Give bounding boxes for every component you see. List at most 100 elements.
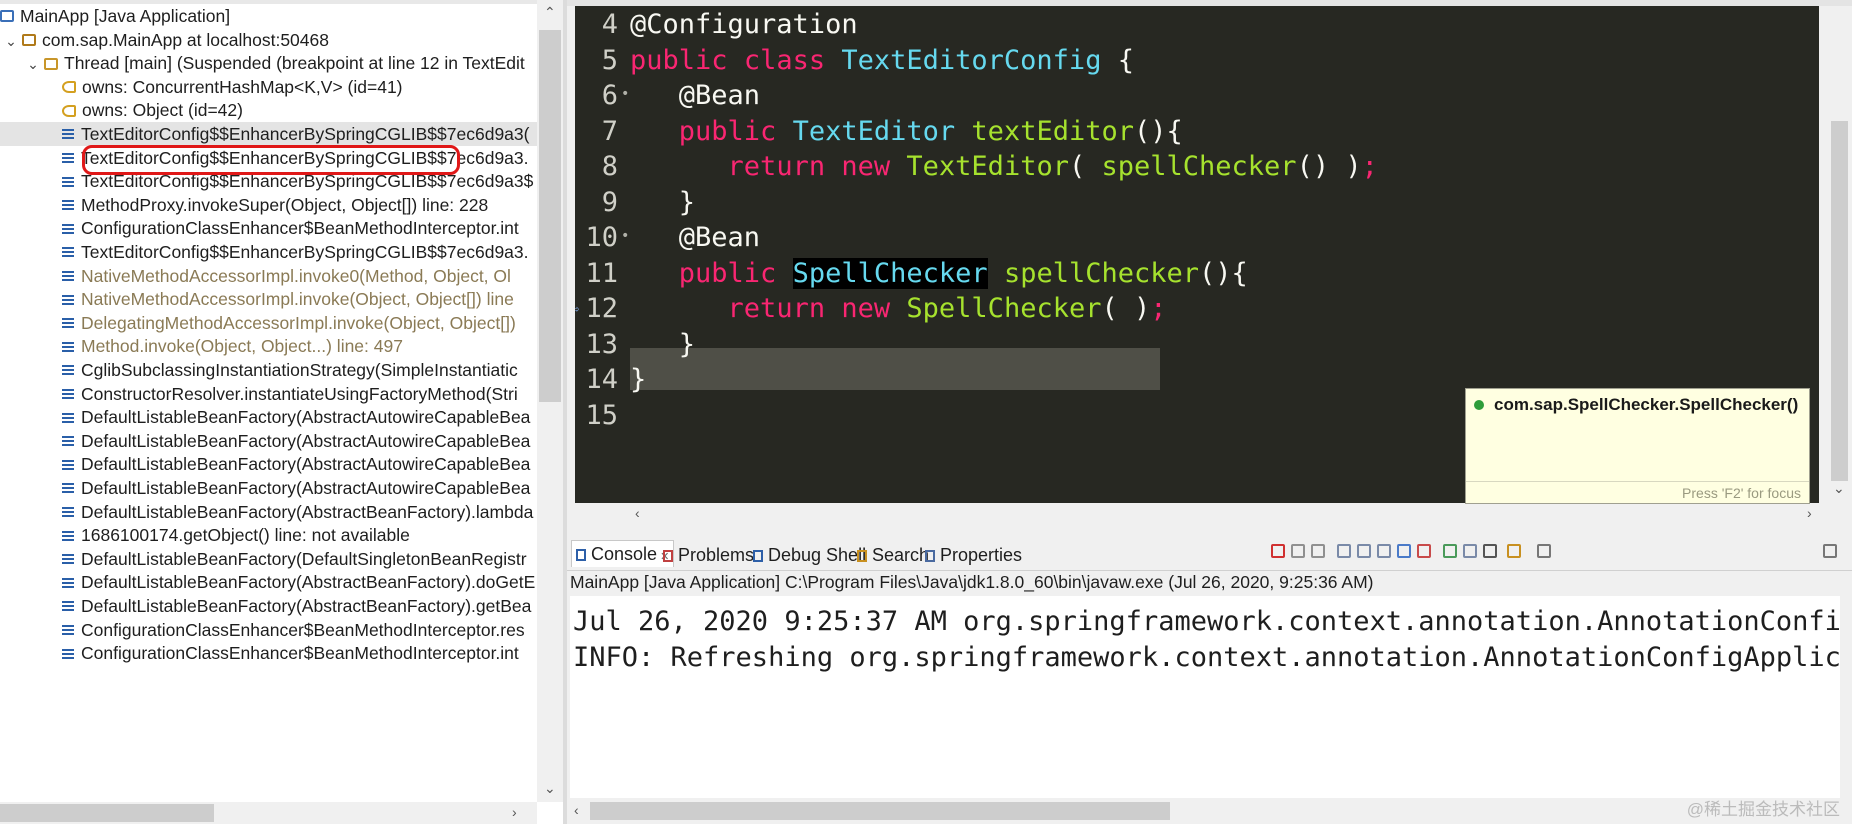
stack-tree-row[interactable]: MainApp [Java Application] [0, 4, 537, 28]
stack-frame-icon [62, 152, 74, 163]
fold-marker-icon[interactable]: • [621, 215, 629, 257]
tab-console[interactable]: Console ✕ [571, 540, 675, 567]
stack-tree-row[interactable]: Method.invoke(Object, Object...) line: 4… [0, 334, 537, 358]
clear-console-icon[interactable] [1337, 544, 1351, 558]
scroll-up-icon[interactable]: ⌃ [544, 4, 556, 21]
editor-vertical-scrollbar[interactable]: ⌄ [1827, 6, 1852, 503]
stack-tree-row[interactable]: DefaultListableBeanFactory(AbstractAutow… [0, 452, 537, 476]
remove-launch-icon[interactable] [1291, 544, 1305, 558]
code-token: } [630, 186, 696, 218]
stack-tree-row[interactable]: NativeMethodAccessorImpl.invoke(Object, … [0, 287, 537, 311]
stack-tree-row[interactable]: DelegatingMethodAccessorImpl.invoke(Obje… [0, 311, 537, 335]
tab-label: Search [872, 545, 930, 565]
stack-tree-row[interactable]: ⌄ com.sap.MainApp at localhost:50468 [0, 28, 537, 52]
stack-tree-label: DefaultListableBeanFactory(AbstractAutow… [81, 407, 531, 428]
stack-frame-icon [62, 412, 74, 423]
tab-label: Problems [678, 545, 755, 565]
console-hscroll-thumb[interactable] [590, 802, 1170, 820]
show-on-error-icon[interactable] [1417, 544, 1431, 558]
stack-tree-row[interactable]: ConfigurationClassEnhancer$BeanMethodInt… [0, 618, 537, 642]
editor-horizontal-scrollbar[interactable]: ‹ › [575, 503, 1827, 525]
code-token: new [841, 151, 891, 182]
stack-tree-row[interactable]: ConfigurationClassEnhancer$BeanMethodInt… [0, 216, 537, 240]
code-token: } [630, 364, 647, 395]
minimize-icon[interactable] [1537, 544, 1551, 558]
debug-hscroll-thumb[interactable] [0, 804, 214, 822]
scroll-right-icon[interactable]: › [512, 804, 517, 820]
code-token: textEditor [971, 115, 1134, 147]
console-output-line: INFO: Refreshing org.springframework.con… [573, 642, 1840, 673]
debug-horizontal-scrollbar[interactable]: › [0, 802, 537, 824]
console-output[interactable]: Jul 26, 2020 9:25:37 AM org.springframew… [570, 596, 1840, 798]
scroll-down-icon[interactable]: ⌄ [1833, 480, 1845, 497]
scroll-down-icon[interactable]: ⌄ [544, 780, 556, 797]
tab-problems[interactable]: Problems [663, 542, 754, 568]
stack-tree-label: DefaultListableBeanFactory(AbstractBeanF… [81, 596, 532, 616]
stack-tree-row[interactable]: DefaultListableBeanFactory(AbstractBeanF… [0, 594, 537, 618]
stack-tree-label: TextEditorConfig$$EnhancerBySpringCGLIB$… [81, 124, 530, 144]
debug-vertical-scrollbar[interactable]: ⌃ ⌄ [537, 0, 563, 802]
stack-tree-row[interactable]: DefaultListableBeanFactory(AbstractAutow… [0, 476, 537, 500]
tab-properties[interactable]: Properties [925, 542, 1022, 568]
stack-tree-row[interactable]: MethodProxy.invokeSuper(Object, Object[]… [0, 193, 537, 217]
hover-popup[interactable]: com.sap.SpellChecker.SpellChecker() Pres… [1465, 388, 1810, 504]
remove-all-icon[interactable] [1311, 544, 1325, 558]
tab-debug-shell[interactable]: Debug Shell [753, 542, 866, 568]
stack-tree-row[interactable]: DefaultListableBeanFactory(AbstractAutow… [0, 429, 537, 453]
stack-tree-row[interactable]: DefaultListableBeanFactory(AbstractAutow… [0, 405, 537, 429]
stack-tree-label: NativeMethodAccessorImpl.invoke(Object, … [81, 289, 514, 310]
stack-tree-row[interactable]: ConfigurationClassEnhancer$BeanMethodInt… [0, 641, 537, 665]
popup-footer: Press 'F2' for focus [1466, 481, 1809, 503]
code-token: public [678, 115, 777, 147]
expand-chevron-icon[interactable]: ⌄ [26, 52, 40, 76]
debug-scroll-thumb[interactable] [539, 30, 561, 402]
code-token: SpellChecker [906, 293, 1102, 324]
stack-tree-label: Thread [main] (Suspended (breakpoint at … [64, 53, 525, 74]
expand-chevron-icon[interactable]: ⌄ [4, 29, 18, 53]
scroll-lock-icon[interactable] [1357, 544, 1371, 558]
pin-console-icon[interactable] [1443, 544, 1457, 558]
stack-tree-label: Method.invoke(Object, Object...) line: 4… [81, 336, 403, 357]
stack-frame-icon [62, 554, 74, 565]
stack-tree-row[interactable]: CglibSubclassingInstantiationStrategy(Si… [0, 358, 537, 382]
stack-tree-label: ConfigurationClassEnhancer$BeanMethodInt… [81, 619, 525, 640]
scroll-left-icon[interactable]: ‹ [635, 505, 640, 521]
debug-view: MainApp [Java Application] ⌄ com.sap.MainA… [0, 0, 563, 824]
code-token: return [727, 151, 826, 182]
stack-tree-row[interactable]: 1686100174.getObject() line: not availab… [0, 523, 537, 547]
stack-frame-icon [62, 648, 74, 659]
maximize-icon[interactable] [1823, 544, 1837, 558]
terminate-icon[interactable] [1271, 544, 1285, 558]
popup-item[interactable]: com.sap.SpellChecker.SpellChecker() [1474, 395, 1798, 415]
stack-frame-icon [62, 483, 74, 494]
editor-scroll-thumb[interactable] [1831, 121, 1848, 481]
scroll-right-icon[interactable]: › [1807, 505, 1812, 521]
stack-tree-row[interactable]: ⌄ Thread [main] (Suspended (breakpoint at… [0, 51, 537, 75]
display-console-icon[interactable] [1463, 544, 1477, 558]
stack-tree-row[interactable]: owns: ConcurrentHashMap<K,V> (id=41) [0, 75, 537, 99]
console-horizontal-scrollbar[interactable]: ‹ [570, 800, 1840, 822]
stack-tree-row[interactable]: ConstructorResolver.instantiateUsingFact… [0, 382, 537, 406]
stack-tree-row[interactable]: DefaultListableBeanFactory(AbstractBeanF… [0, 570, 537, 594]
view-menu-icon[interactable] [1483, 544, 1497, 558]
open-console-icon[interactable] [1507, 544, 1521, 558]
tab-search[interactable]: Search [857, 542, 929, 568]
stack-tree-label: MainApp [Java Application] [20, 6, 231, 26]
stack-tree-row[interactable]: TextEditorConfig$$EnhancerBySpringCGLIB$… [0, 122, 537, 146]
stack-tree-row[interactable]: TextEditorConfig$$EnhancerBySpringCGLIB$… [0, 240, 537, 264]
stack-tree-row[interactable]: DefaultListableBeanFactory(AbstractBeanF… [0, 500, 537, 524]
scroll-left-icon[interactable]: ‹ [574, 802, 579, 818]
stack-tree-row[interactable]: owns: Object (id=42) [0, 98, 537, 122]
show-on-output-icon[interactable] [1397, 544, 1411, 558]
word-wrap-icon[interactable] [1377, 544, 1391, 558]
stack-tree-row[interactable]: DefaultListableBeanFactory(DefaultSingle… [0, 547, 537, 571]
fold-marker-icon[interactable]: • [621, 73, 629, 115]
stack-tree-row[interactable]: NativeMethodAccessorImpl.invoke0(Method,… [0, 264, 537, 288]
